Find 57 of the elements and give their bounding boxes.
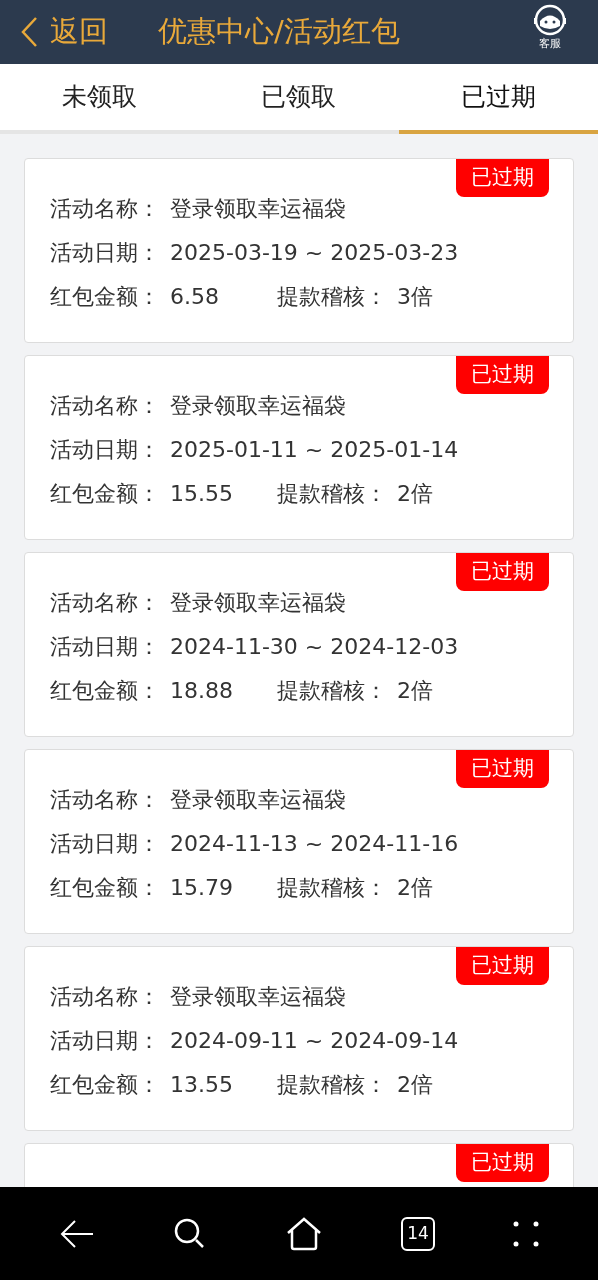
tab[interactable]: 已过期 bbox=[398, 64, 598, 134]
field-value: 2024-09-11 ~ 2024-09-14 bbox=[170, 1026, 459, 1055]
expired-badge: 已过期 bbox=[456, 356, 549, 394]
field-label: 提款稽核： bbox=[277, 479, 388, 508]
expired-badge: 已过期 bbox=[456, 750, 549, 788]
menu-icon[interactable] bbox=[513, 1220, 539, 1247]
field-label: 提款稽核： bbox=[277, 676, 388, 705]
field-value: 2024-11-30 ~ 2024-12-03 bbox=[170, 632, 459, 661]
expired-badge: 已过期 bbox=[456, 1144, 549, 1182]
field-label: 活动日期： bbox=[50, 1026, 161, 1055]
field-label: 提款稽核： bbox=[277, 282, 388, 311]
field-label: 活动名称： bbox=[50, 982, 161, 1011]
field-value: 2025-03-19 ~ 2025-03-23 bbox=[170, 238, 459, 267]
field-label: 活动名称： bbox=[50, 194, 161, 223]
field-value: 6.58 bbox=[170, 282, 220, 311]
field-value: 登录领取幸运福袋 bbox=[170, 588, 346, 617]
field-label: 红包金额： bbox=[50, 282, 161, 311]
field-label: 活动日期： bbox=[50, 238, 161, 267]
back-button[interactable]: 返回 bbox=[20, 10, 108, 54]
field-label: 提款稽核： bbox=[277, 873, 388, 902]
customer-service-button[interactable]: 客服 bbox=[532, 2, 568, 49]
field-value: 2倍 bbox=[397, 1070, 433, 1099]
field-value: 2倍 bbox=[397, 873, 433, 902]
field-label: 活动名称： bbox=[50, 588, 161, 617]
tab[interactable]: 已领取 bbox=[199, 64, 399, 134]
field-value: 3倍 bbox=[397, 282, 433, 311]
field-value: 登录领取幸运福袋 bbox=[170, 391, 346, 420]
back-arrow-icon[interactable] bbox=[59, 1217, 95, 1250]
field-value: 13.55 bbox=[170, 1070, 234, 1099]
field-label: 红包金额： bbox=[50, 873, 161, 902]
back-icon bbox=[20, 16, 38, 48]
field-value: 登录领取幸运福袋 bbox=[170, 785, 346, 814]
expired-badge: 已过期 bbox=[456, 553, 549, 591]
expired-badge: 已过期 bbox=[456, 947, 549, 985]
tab[interactable]: 未领取 bbox=[0, 64, 200, 134]
field-label: 活动日期： bbox=[50, 829, 161, 858]
home-icon[interactable] bbox=[285, 1216, 323, 1251]
field-value: 15.79 bbox=[170, 873, 234, 902]
field-label: 活动名称： bbox=[50, 785, 161, 814]
field-label: 红包金额： bbox=[50, 479, 161, 508]
tabs-count-button[interactable]: 14 bbox=[401, 1216, 435, 1251]
field-label: 红包金额： bbox=[50, 676, 161, 705]
field-value: 18.88 bbox=[170, 676, 234, 705]
field-value: 2025-01-11 ~ 2025-01-14 bbox=[170, 435, 459, 464]
expired-badge: 已过期 bbox=[456, 159, 549, 197]
field-value: 登录领取幸运福袋 bbox=[170, 194, 346, 223]
field-label: 红包金额： bbox=[50, 1070, 161, 1099]
field-value: 2024-11-13 ~ 2024-11-16 bbox=[170, 829, 459, 858]
field-value: 2倍 bbox=[397, 479, 433, 508]
field-label: 活动名称： bbox=[50, 391, 161, 420]
field-value: 登录领取幸运福袋 bbox=[170, 982, 346, 1011]
field-label: 提款稽核： bbox=[277, 1070, 388, 1099]
field-value: 2倍 bbox=[397, 676, 433, 705]
field-label: 活动日期： bbox=[50, 435, 161, 464]
field-value: 15.55 bbox=[170, 479, 234, 508]
field-label: 活动日期： bbox=[50, 632, 161, 661]
page-title: 优惠中心/活动红包 bbox=[158, 13, 400, 51]
